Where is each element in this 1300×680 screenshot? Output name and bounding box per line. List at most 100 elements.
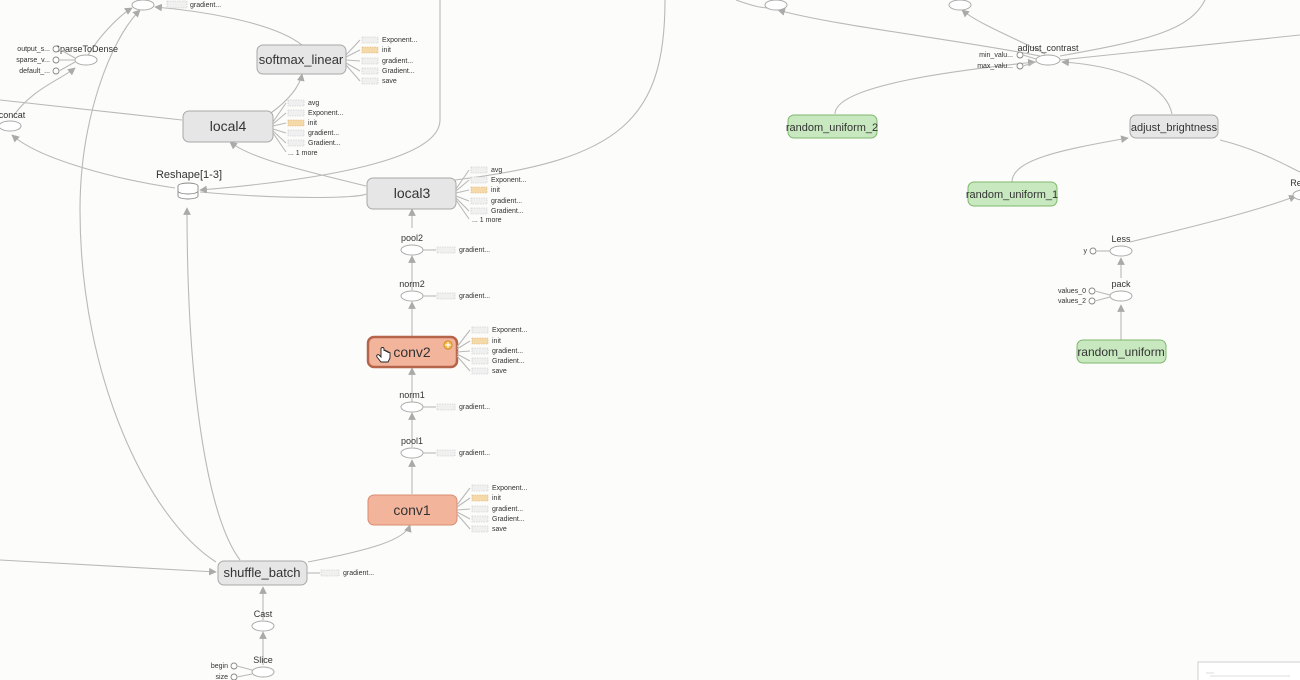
minimap-panel[interactable] <box>1197 661 1300 680</box>
svg-text:norm1: norm1 <box>399 390 425 400</box>
slice-inputs: begin size <box>211 662 253 680</box>
local4-node[interactable]: local4 <box>182 110 274 143</box>
svg-text:concat: concat <box>0 110 26 120</box>
svg-text:Exponent...: Exponent... <box>492 327 527 334</box>
svg-text:init: init <box>492 495 501 502</box>
svg-text:save: save <box>382 78 397 85</box>
svg-text:pool2: pool2 <box>401 233 423 243</box>
svg-text:Gradient...: Gradient... <box>491 208 524 215</box>
svg-text:init: init <box>308 120 317 127</box>
svg-text:softmax_linear: softmax_linear <box>259 52 344 67</box>
svg-text:gradient...: gradient... <box>459 293 490 300</box>
svg-text:local3: local3 <box>394 185 431 201</box>
svg-text:values_0: values_0 <box>1058 288 1086 295</box>
svg-text:begin: begin <box>211 663 228 670</box>
svg-text:Exponent...: Exponent... <box>491 177 526 184</box>
svg-text:gradient...: gradient... <box>190 2 221 9</box>
conv1-aux-list: Exponent... init gradient... Gradient...… <box>456 484 527 533</box>
svg-text:Slice: Slice <box>253 655 273 665</box>
shuffle-batch-node[interactable]: shuffle_batch <box>217 560 308 586</box>
top-op-node[interactable] <box>131 0 155 11</box>
shuffle-aux: gradient... <box>307 569 374 577</box>
svg-text:init: init <box>382 47 391 54</box>
svg-text:min_valu...: min_valu... <box>979 52 1013 59</box>
random-uniform-1-node[interactable]: random_uniform_1 <box>966 181 1058 207</box>
svg-text:gradient...: gradient... <box>492 348 523 355</box>
pack-inputs: values_0 values_2 <box>1058 287 1111 305</box>
svg-text:Exponent...: Exponent... <box>382 37 417 44</box>
conv1-node[interactable]: conv1 <box>367 494 458 526</box>
top-gradient-chip: gradient... <box>166 0 221 9</box>
svg-text:shuffle_batch: shuffle_batch <box>223 565 300 580</box>
svg-text:y: y <box>1084 248 1088 255</box>
local3-node[interactable]: local3 <box>366 177 457 210</box>
concat-node[interactable]: concat <box>0 110 26 132</box>
svg-text:random_uniform_1: random_uniform_1 <box>966 189 1058 201</box>
svg-text:max_valu...: max_valu... <box>977 63 1013 70</box>
reshape-node[interactable]: Reshape[1-3] <box>156 169 222 200</box>
adjust-brightness-node[interactable]: adjust_brightness <box>1129 114 1219 139</box>
right-top-op-2[interactable] <box>948 0 972 11</box>
svg-text:random_uniform_2: random_uniform_2 <box>786 122 878 134</box>
local4-aux-list: avg Exponent... init gradient... Gradien… <box>272 99 343 157</box>
svg-text:avg: avg <box>491 167 502 174</box>
svg-text:size: size <box>216 674 229 680</box>
svg-text:gradient...: gradient... <box>459 404 490 411</box>
svg-text:values_2: values_2 <box>1058 298 1086 305</box>
plus-circle-icon[interactable] <box>443 340 453 350</box>
right-top-op-1[interactable] <box>764 0 788 11</box>
svg-text:gradient...: gradient... <box>343 570 374 577</box>
pool1-aux: gradient... <box>423 449 490 457</box>
svg-text:adjust_contrast: adjust_contrast <box>1017 43 1079 53</box>
random-uniform-node[interactable]: random_uniform <box>1076 339 1167 364</box>
local3-aux-list: avg Exponent... init gradient... Gradien… <box>455 166 526 224</box>
less-node[interactable]: Less <box>1109 234 1133 257</box>
svg-text:gradient...: gradient... <box>382 58 413 65</box>
svg-text:random_uniform: random_uniform <box>1077 345 1164 359</box>
svg-text:conv2: conv2 <box>393 344 431 360</box>
svg-text:SparseToDense: SparseToDense <box>54 44 118 54</box>
svg-text:pool1: pool1 <box>401 436 423 446</box>
svg-text:gradient...: gradient... <box>491 198 522 205</box>
svg-text:save: save <box>492 368 507 375</box>
svg-text:Re: Re <box>1290 178 1300 188</box>
svg-text:sparse_v...: sparse_v... <box>16 57 50 64</box>
edges-left <box>0 0 666 665</box>
svg-text:Gradient...: Gradient... <box>308 140 341 147</box>
svg-text:gradient...: gradient... <box>459 450 490 457</box>
graph-canvas[interactable]: gradient... SparseToDense output_s... sp… <box>0 0 1300 680</box>
svg-text:avg: avg <box>308 100 319 107</box>
svg-text:gradient...: gradient... <box>492 506 523 513</box>
svg-text:Exponent...: Exponent... <box>492 485 527 492</box>
svg-text:default_...: default_... <box>19 68 50 75</box>
svg-text:save: save <box>492 526 507 533</box>
svg-text:init: init <box>491 187 500 194</box>
norm2-aux: gradient... <box>423 292 490 300</box>
svg-text:... 1 more: ... 1 more <box>472 217 502 224</box>
svg-text:Gradient...: Gradient... <box>492 516 525 523</box>
svg-text:local4: local4 <box>210 118 247 134</box>
re-truncated-node[interactable]: Re <box>1290 178 1300 201</box>
svg-text:gradient...: gradient... <box>308 130 339 137</box>
less-input: y <box>1084 247 1110 255</box>
svg-text:Cast: Cast <box>254 609 273 619</box>
svg-text:... 1 more: ... 1 more <box>288 150 318 157</box>
svg-text:Gradient...: Gradient... <box>492 358 525 365</box>
svg-text:output_s...: output_s... <box>17 46 50 53</box>
svg-text:conv1: conv1 <box>393 502 431 518</box>
svg-text:adjust_brightness: adjust_brightness <box>1131 122 1218 134</box>
svg-text:norm2: norm2 <box>399 279 425 289</box>
random-uniform-2-node[interactable]: random_uniform_2 <box>786 114 878 139</box>
softmax-linear-node[interactable]: softmax_linear <box>256 44 347 75</box>
softmax-aux-list: Exponent... init gradient... Gradient...… <box>345 36 417 85</box>
slice-node[interactable]: Slice <box>251 655 275 678</box>
svg-text:Reshape[1-3]: Reshape[1-3] <box>156 169 222 181</box>
norm1-aux: gradient... <box>423 403 490 411</box>
svg-text:gradient...: gradient... <box>459 247 490 254</box>
pack-node[interactable]: pack <box>1109 279 1133 302</box>
database-icon <box>177 182 199 200</box>
svg-text:pack: pack <box>1111 279 1131 289</box>
pool2-node[interactable]: pool2 <box>400 233 424 256</box>
svg-text:init: init <box>492 338 501 345</box>
svg-text:Exponent...: Exponent... <box>308 110 343 117</box>
